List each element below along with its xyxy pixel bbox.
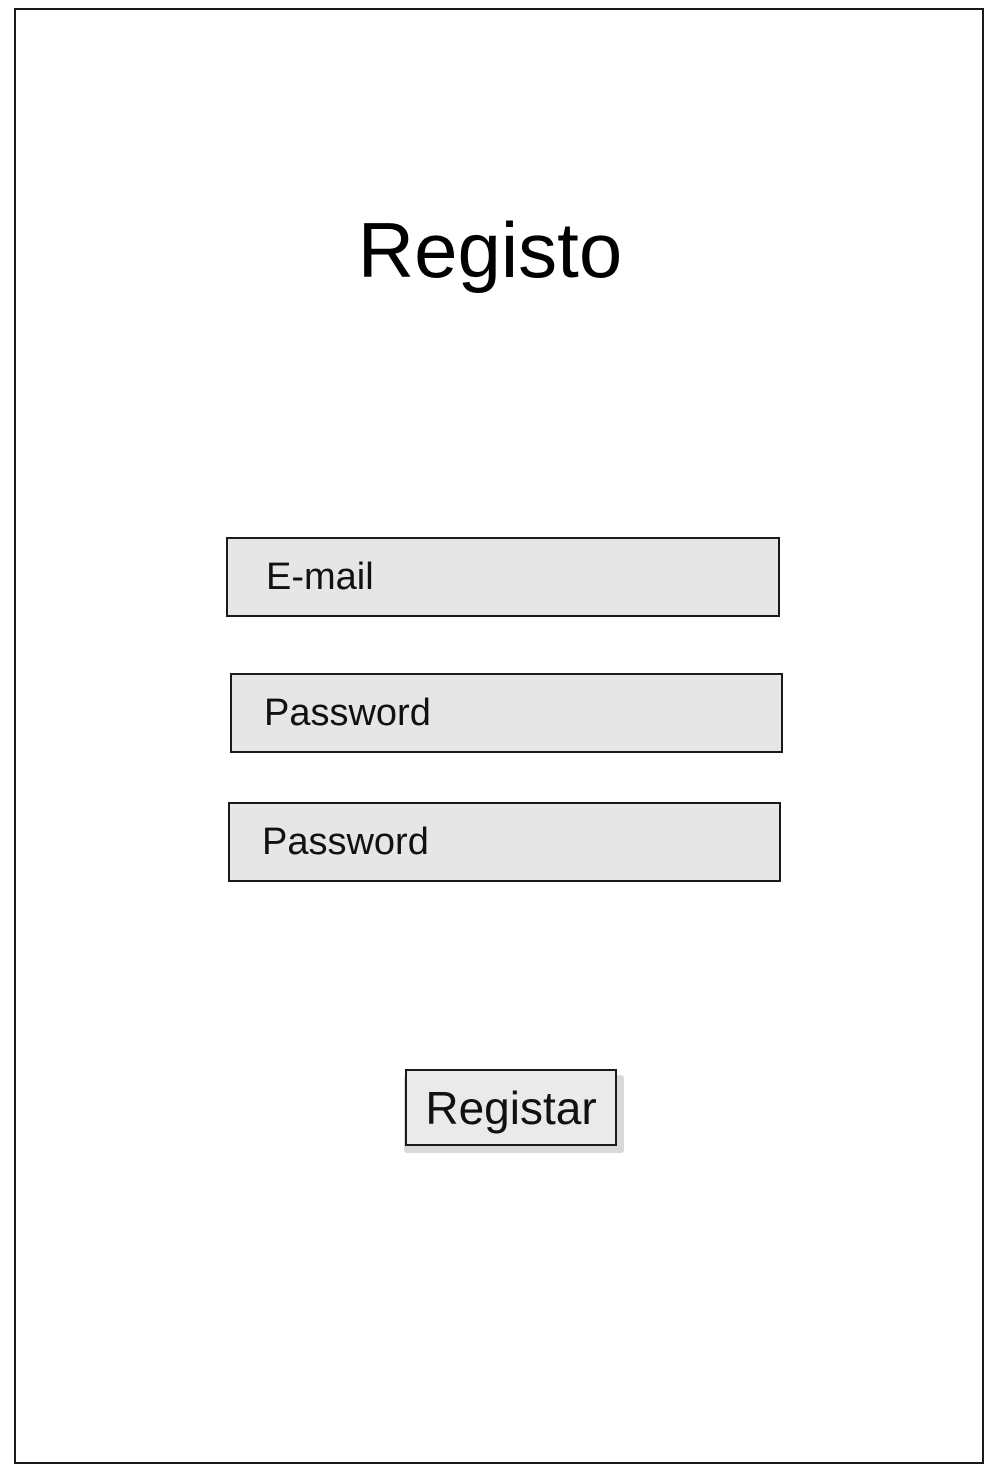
email-field[interactable] xyxy=(226,537,780,617)
confirm-password-field[interactable] xyxy=(228,802,781,882)
register-button[interactable]: Registar xyxy=(405,1069,617,1146)
password-field[interactable] xyxy=(230,673,783,753)
page-title: Registo xyxy=(357,206,623,294)
